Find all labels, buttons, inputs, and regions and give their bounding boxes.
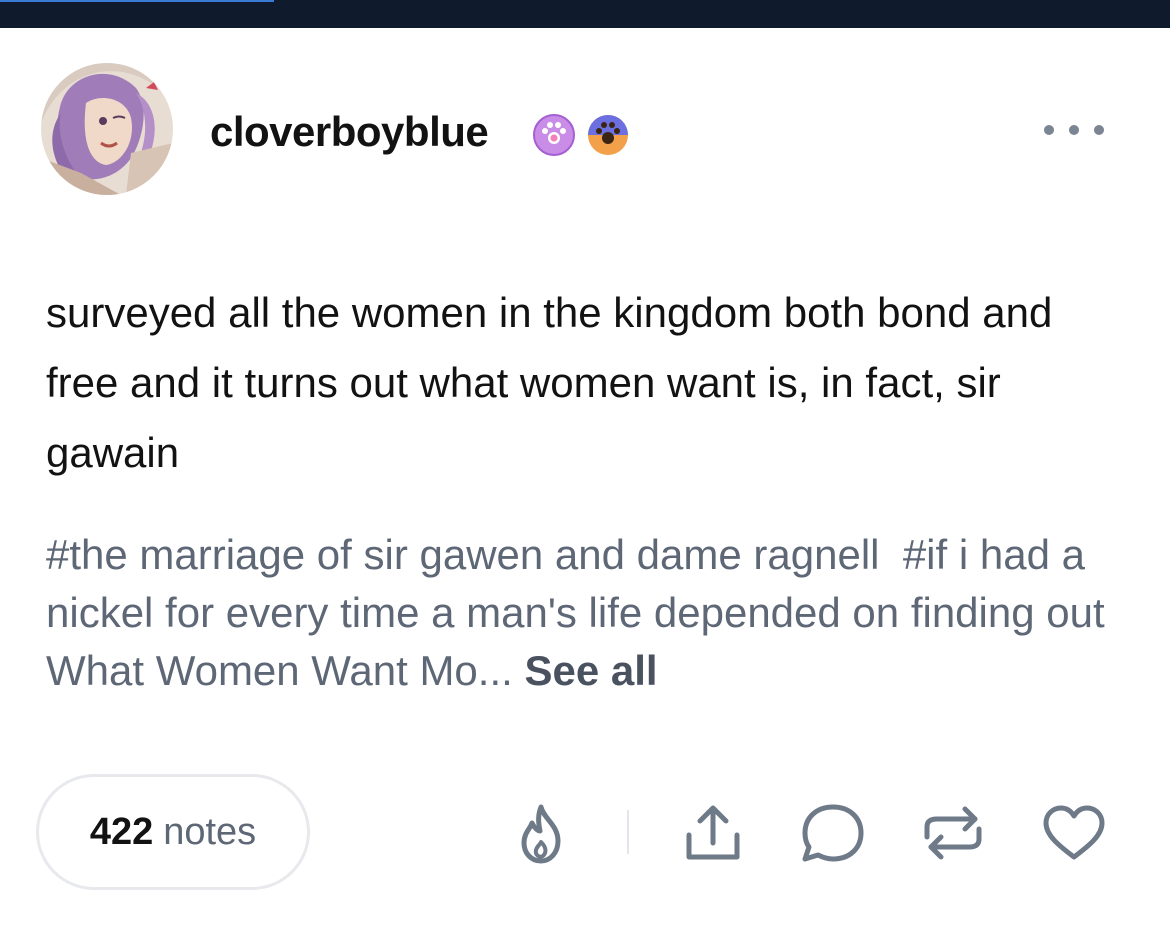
author-avatar[interactable] (41, 63, 173, 195)
post-text: surveyed all the women in the kingdom bo… (46, 289, 1053, 476)
notes-button[interactable]: 422 notes (36, 774, 310, 890)
more-dot-icon (1094, 125, 1104, 135)
more-dot-icon (1069, 125, 1079, 135)
share-icon (686, 805, 740, 860)
tag-link[interactable]: #the marriage of sir gawen and dame ragn… (46, 531, 879, 578)
like-icon (1043, 805, 1105, 860)
more-options-button[interactable] (1044, 118, 1104, 142)
blaze-icon (521, 804, 561, 864)
notes-count: 422 (89, 810, 154, 853)
loading-progress-bar (0, 0, 274, 2)
reply-button[interactable] (797, 797, 869, 869)
paw-badge-orange-icon[interactable] (586, 113, 630, 157)
like-button[interactable] (1038, 797, 1110, 869)
reblog-icon (924, 806, 982, 860)
see-all-tags-link[interactable]: See all (524, 647, 657, 694)
action-divider (627, 810, 629, 854)
author-username[interactable]: cloverboyblue (210, 108, 489, 156)
blaze-button[interactable] (506, 797, 578, 869)
reply-icon (802, 804, 864, 862)
more-dot-icon (1044, 125, 1054, 135)
share-button[interactable] (677, 797, 749, 869)
post-tags: #the marriage of sir gawen and dame ragn… (46, 526, 1136, 700)
reblog-button[interactable] (917, 797, 989, 869)
paw-badge-pink-icon[interactable] (532, 113, 576, 157)
notes-label: notes (163, 810, 257, 853)
app-top-bar (0, 0, 1170, 28)
